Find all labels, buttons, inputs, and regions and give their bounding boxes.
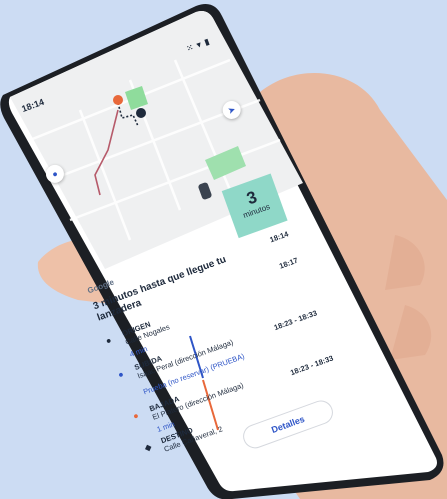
time-eta: 18:17 — [278, 255, 300, 271]
dropoff-dot-icon: ● — [131, 410, 141, 422]
dropoff-time: 18:23 - 18:33 — [289, 353, 335, 378]
locate-button[interactable]: ➤ — [220, 98, 244, 122]
google-logo: Google — [86, 277, 116, 296]
pickup-dot-icon: ● — [116, 368, 126, 380]
pickup-time: 18:23 - 18:33 — [272, 308, 319, 333]
status-icons: ⁙ ▾ ▮ — [185, 36, 212, 54]
profile-button[interactable]: ● — [43, 162, 67, 186]
walk-time-1: 4 min — [128, 344, 149, 359]
person-icon: ● — [104, 334, 113, 347]
navigation-arrow-icon: ➤ — [226, 103, 237, 116]
location-pin-icon: ◆ — [143, 441, 153, 454]
user-icon: ● — [50, 168, 60, 180]
status-time: 18:14 — [20, 96, 46, 114]
trip-title: 3 minutos hasta que llegue tu lanzadera — [91, 254, 228, 324]
time-now: 18:14 — [268, 229, 290, 245]
